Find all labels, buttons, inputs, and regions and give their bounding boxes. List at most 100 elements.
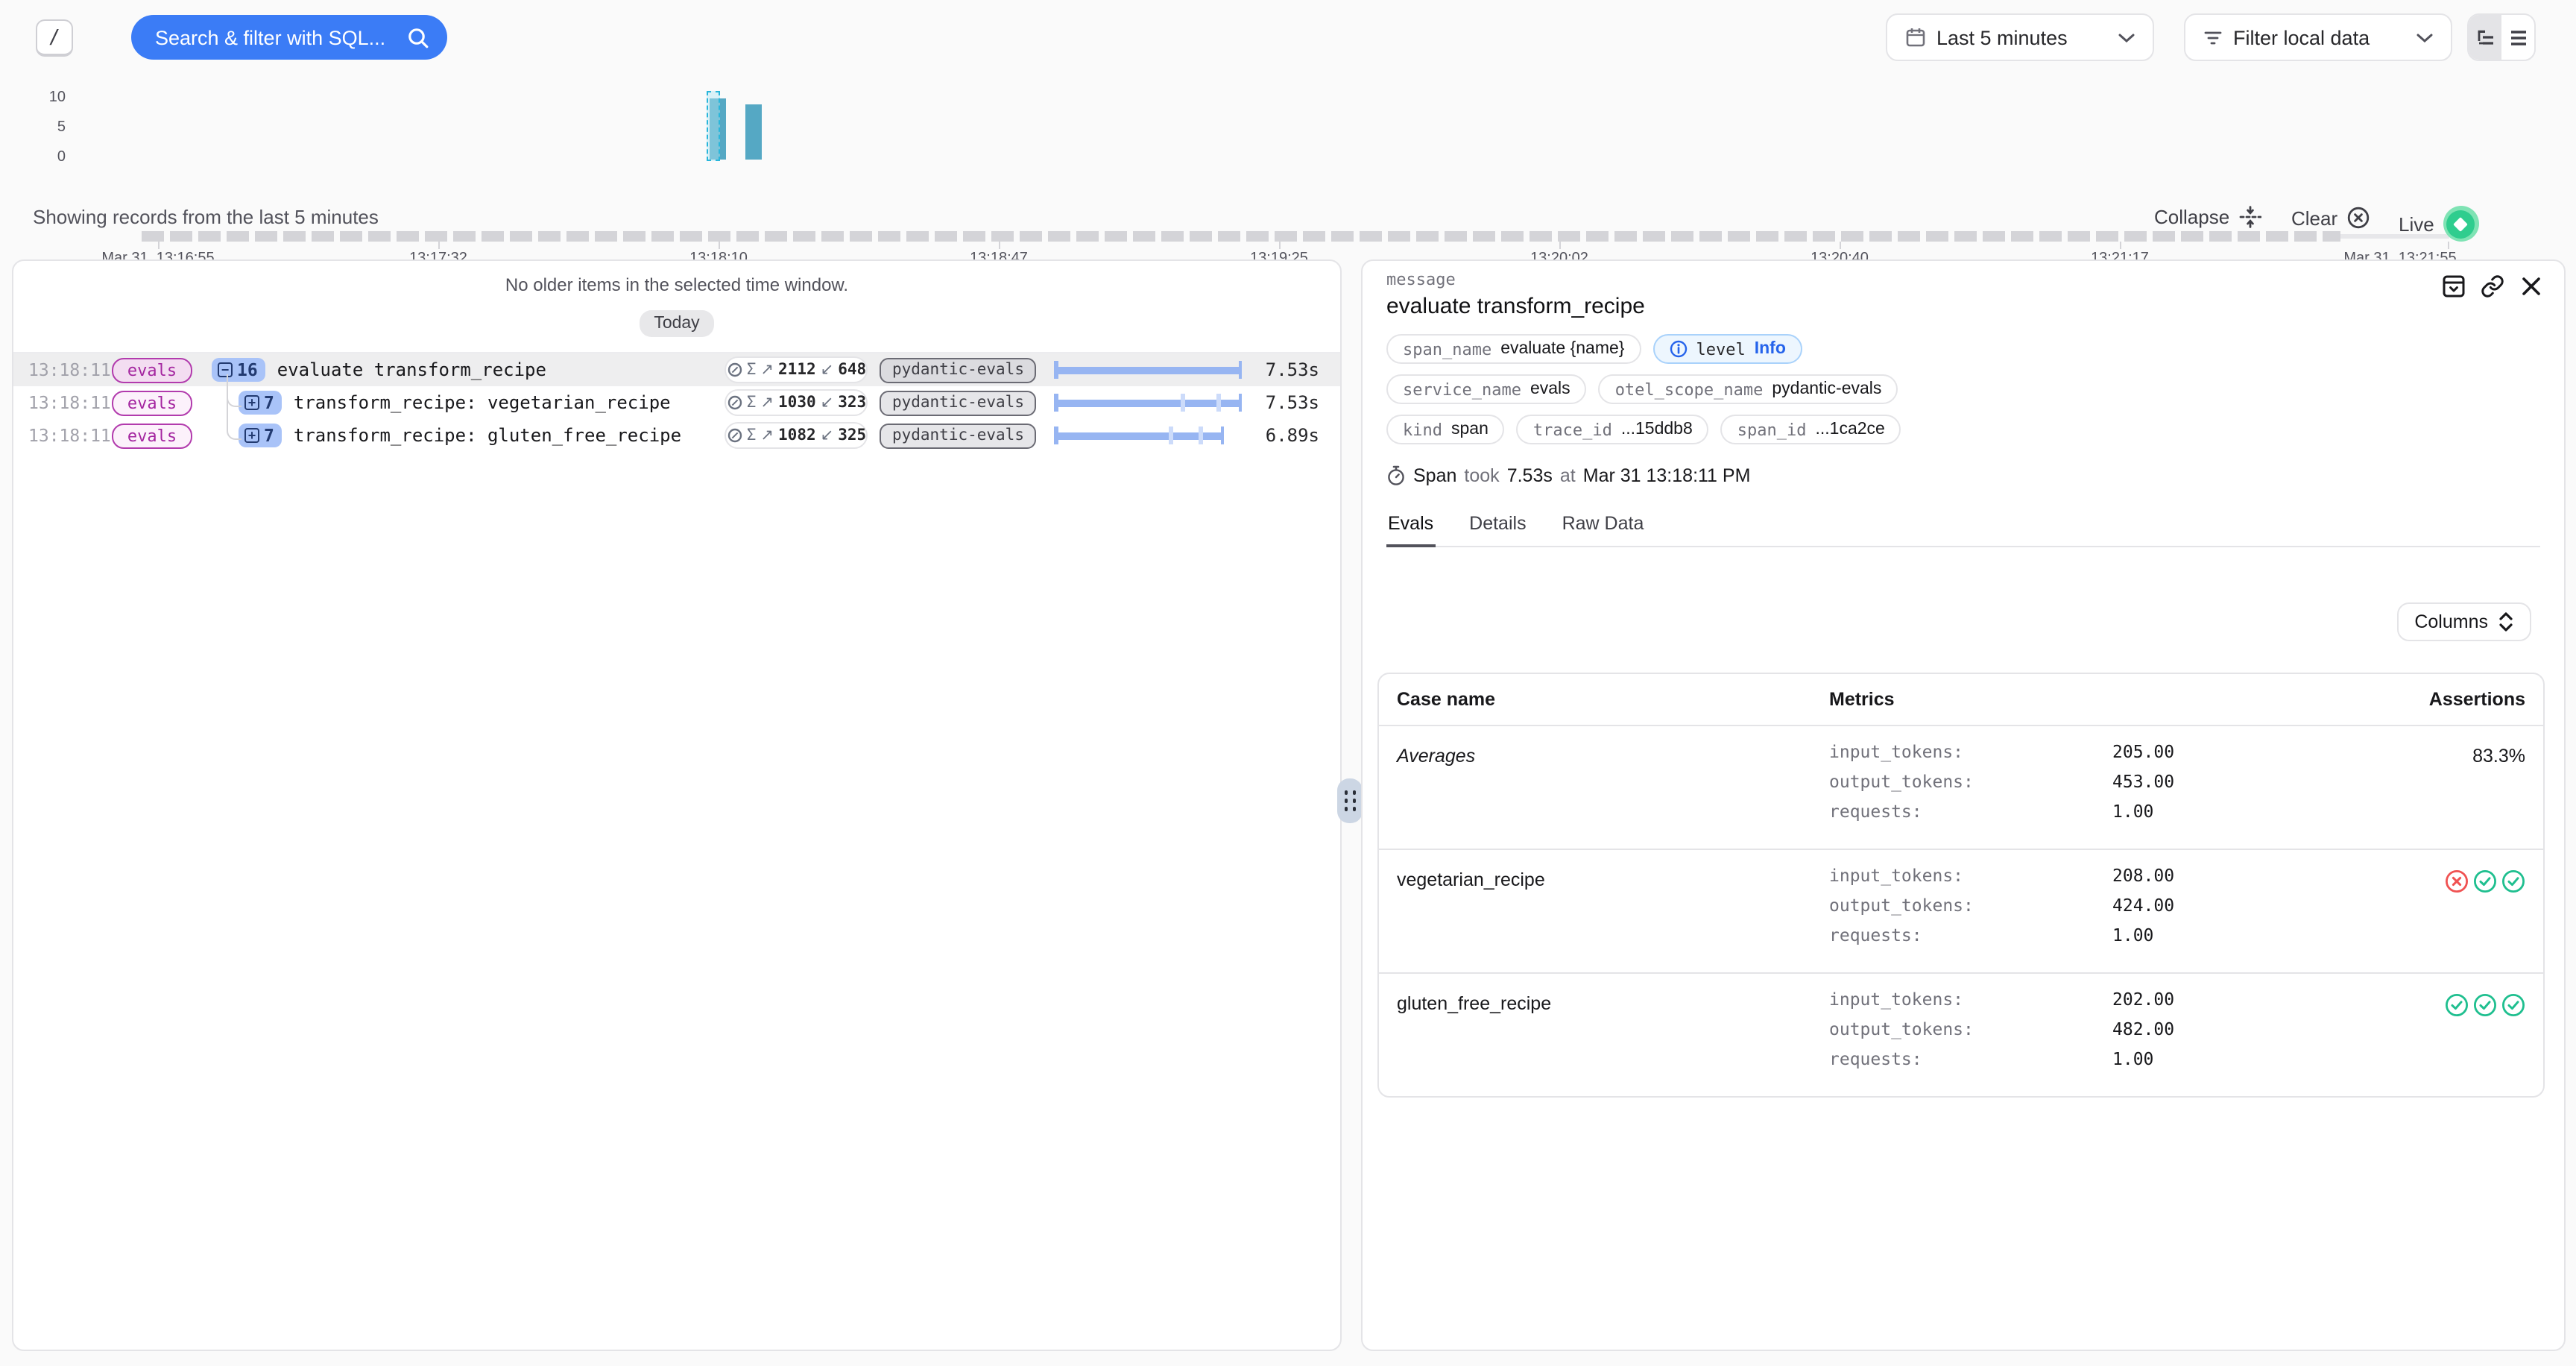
output-tokens: 325: [838, 427, 866, 444]
panel-resize-handle[interactable]: [1337, 778, 1363, 823]
detail-tabs: Evals Details Raw Data: [1386, 507, 2540, 547]
duration-text: 7.53s: [1245, 359, 1340, 380]
stopwatch-icon: [1386, 465, 1406, 486]
table-row-gluten-free-recipe[interactable]: gluten_free_recipe input_tokens:202.00 o…: [1379, 974, 2543, 1096]
input-tokens: 1030: [778, 394, 816, 412]
table-row-vegetarian-recipe[interactable]: vegetarian_recipe input_tokens:208.00 ou…: [1379, 850, 2543, 974]
input-tokens: 2112: [778, 361, 816, 379]
token-usage-badge[interactable]: Σ ↗1082 ↙325: [725, 422, 868, 449]
child-count: 7: [264, 425, 274, 446]
check-circle-icon: [2445, 993, 2469, 1017]
attr-level[interactable]: levelInfo: [1652, 334, 1802, 364]
collapse-label: Collapse: [2154, 206, 2229, 228]
duration-text: 6.89s: [1245, 425, 1340, 446]
columns-label: Columns: [2414, 611, 2488, 632]
check-circle-icon: [2501, 869, 2525, 893]
live-button[interactable]: Live: [2399, 206, 2479, 242]
service-badge[interactable]: evals: [112, 390, 192, 415]
x-axis-tickmark: [158, 242, 160, 249]
showing-records-text: Showing records from the last 5 minutes: [33, 206, 379, 228]
duration-text: 7.53s: [1245, 392, 1340, 413]
search-input[interactable]: Search & filter with SQL...: [131, 15, 447, 60]
time-range-dropdown[interactable]: Last 5 minutes: [1886, 13, 2154, 61]
columns-dropdown-button[interactable]: Columns: [2396, 602, 2531, 641]
search-icon: [407, 26, 429, 48]
child-count: 7: [264, 392, 274, 413]
x-axis-tickmark: [1840, 242, 1841, 249]
tab-evals[interactable]: Evals: [1386, 507, 1435, 547]
attr-span-id[interactable]: span_id...1ca2ce: [1721, 415, 1901, 444]
tab-details[interactable]: Details: [1468, 507, 1527, 546]
x-axis-tickmark: [2448, 242, 2449, 249]
detail-title: evaluate transform_recipe: [1386, 294, 2540, 319]
case-name: gluten_free_recipe: [1397, 989, 1829, 1078]
table-row-averages[interactable]: Averages input_tokens:205.00 output_toke…: [1379, 726, 2543, 850]
list-view-icon: [2508, 28, 2528, 47]
col-case-name: Case name: [1397, 689, 1829, 710]
trace-row-vegetarian-recipe[interactable]: 13:18:11 evals +7 transform_recipe: vege…: [13, 386, 1340, 419]
otel-scope-tag[interactable]: pydantic-evals: [880, 423, 1036, 448]
span-name: evaluate transform_recipe: [277, 359, 546, 380]
copy-link-icon[interactable]: [2479, 273, 2504, 298]
timing-duration: 7.53s: [1507, 465, 1553, 486]
sigma-icon: Σ: [747, 394, 757, 412]
span-name: transform_recipe: gluten_free_recipe: [294, 425, 681, 446]
date-chip: Today: [639, 310, 714, 337]
y-axis-tick: 10: [24, 89, 66, 106]
evals-table-header: Case name Metrics Assertions: [1379, 674, 2543, 726]
col-metrics: Metrics: [1829, 689, 2376, 710]
info-circle-icon: [1669, 340, 1687, 358]
status-row: Showing records from the last 5 minutes …: [0, 194, 2576, 242]
expand-toggle[interactable]: +7: [239, 424, 282, 447]
evals-table: Case name Metrics Assertions Averages in…: [1377, 673, 2545, 1098]
filter-local-data-dropdown[interactable]: Filter local data: [2184, 13, 2452, 61]
list-view-toggle[interactable]: [2501, 15, 2534, 60]
tree-view-toggle[interactable]: [2469, 15, 2501, 60]
otel-scope-tag[interactable]: pydantic-evals: [880, 390, 1036, 415]
attr-kind[interactable]: kindspan: [1386, 415, 1505, 444]
collapse-button[interactable]: Collapse: [2154, 206, 2261, 228]
clear-label: Clear: [2291, 207, 2337, 229]
assertion-pass-icon: [2473, 993, 2497, 1017]
token-usage-badge[interactable]: Σ ↗1030 ↙323: [725, 389, 868, 416]
case-name: Averages: [1397, 741, 1829, 831]
check-circle-icon: [2501, 993, 2525, 1017]
collapse-icon: [2238, 206, 2261, 228]
clear-button[interactable]: Clear: [2291, 206, 2370, 230]
tab-raw-data[interactable]: Raw Data: [1561, 507, 1646, 546]
assertion-pass-icon: [2501, 869, 2525, 893]
histogram-bar[interactable]: [745, 104, 762, 160]
token-usage-badge[interactable]: Σ ↗2112 ↙648: [725, 356, 868, 383]
trace-row-evaluate-transform-recipe[interactable]: 13:18:11 evals −16 evaluate transform_re…: [13, 353, 1340, 386]
span-timestamp: 13:18:11: [13, 392, 97, 413]
record-kind-label: message: [1386, 270, 2540, 289]
trace-row-gluten-free-recipe[interactable]: 13:18:11 evals +7 transform_recipe: glut…: [13, 419, 1340, 452]
input-tokens: 1082: [778, 427, 816, 444]
x-axis-tickmark: [2120, 242, 2121, 249]
assertion-fail-icon: [2445, 869, 2469, 893]
assertion-percentage: 83.3%: [2376, 741, 2525, 831]
attr-span-name[interactable]: span_nameevaluate {name}: [1386, 334, 1641, 364]
calendar-icon: [1905, 27, 1926, 48]
attr-trace-id[interactable]: trace_id...15ddb8: [1517, 415, 1709, 444]
top-bar: / Search & filter with SQL... Last 5 min…: [0, 0, 2576, 75]
service-badge[interactable]: evals: [112, 423, 192, 448]
close-icon[interactable]: [2518, 273, 2543, 298]
dock-panel-icon[interactable]: [2440, 273, 2466, 298]
attr-service-name[interactable]: service_nameevals: [1386, 374, 1587, 404]
tree-view-icon: [2475, 28, 2495, 47]
filter-label: Filter local data: [2233, 26, 2406, 48]
x-axis-tickmark: [438, 242, 440, 249]
col-assertions: Assertions: [2376, 689, 2525, 710]
live-label: Live: [2399, 213, 2434, 235]
attr-otel-scope-name[interactable]: otel_scope_namepydantic-evals: [1599, 374, 1898, 404]
output-tokens: 648: [838, 361, 866, 379]
plus-square-icon: +: [244, 395, 259, 410]
service-badge[interactable]: evals: [112, 357, 192, 383]
expand-toggle[interactable]: +7: [239, 391, 282, 415]
otel-scope-tag[interactable]: pydantic-evals: [880, 357, 1036, 383]
coin-icon: [727, 362, 742, 377]
case-name: vegetarian_recipe: [1397, 865, 1829, 954]
x-axis-tickmark: [999, 242, 1000, 249]
check-circle-icon: [2473, 869, 2497, 893]
